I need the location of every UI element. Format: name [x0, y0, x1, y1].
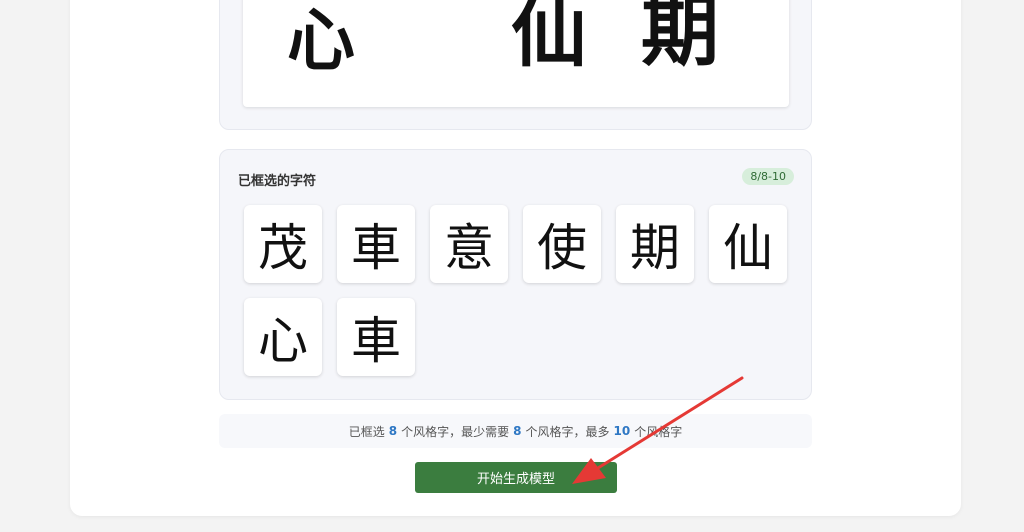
selection-info-bar: 已框选 8 个风格字，最少需要 8 个风格字，最多 10 个风格字: [219, 414, 812, 448]
preview-glyph-1: 心: [287, 1, 356, 81]
character-tile[interactable]: 車: [337, 205, 415, 283]
preview-glyph-2: 仙: [511, 0, 587, 77]
info-mid2: 个风格字，最多: [525, 424, 610, 439]
info-prefix: 已框选: [348, 424, 385, 439]
min-count: 8: [513, 424, 522, 438]
character-tile[interactable]: 期: [616, 205, 694, 283]
selected-characters-panel: 已框选的字符 8/8-10 茂 車 意 使 期 仙 心 車: [219, 149, 812, 400]
character-tile[interactable]: 意: [430, 205, 508, 283]
character-tile[interactable]: 茂: [244, 205, 322, 283]
character-glyph: 茂: [258, 219, 308, 277]
preview-canvas: 心 仙 期: [243, 0, 789, 107]
info-mid1: 个风格字，最少需要: [401, 424, 510, 439]
panel-title: 已框选的字符: [238, 174, 317, 189]
info-suffix: 个风格字: [634, 424, 683, 439]
character-tile[interactable]: 心: [244, 298, 322, 376]
character-glyph: 車: [351, 312, 401, 370]
selected-count: 8: [388, 424, 398, 438]
count-badge: 8/8-10: [742, 168, 794, 185]
character-tile[interactable]: 車: [337, 298, 415, 376]
character-tile[interactable]: 使: [523, 205, 601, 283]
max-count: 10: [613, 424, 631, 438]
character-glyph: 意: [444, 219, 494, 277]
preview-glyph-3: 期: [641, 0, 720, 77]
character-tile[interactable]: 仙: [709, 205, 787, 283]
character-glyph: 仙: [723, 219, 773, 277]
character-glyph: 心: [258, 312, 308, 370]
preview-panel: 心 仙 期: [219, 0, 812, 130]
start-generate-model-button[interactable]: 开始生成模型: [415, 462, 617, 493]
character-glyph: 期: [630, 219, 680, 277]
character-glyph: 使: [537, 219, 587, 277]
character-glyph: 車: [351, 219, 401, 277]
